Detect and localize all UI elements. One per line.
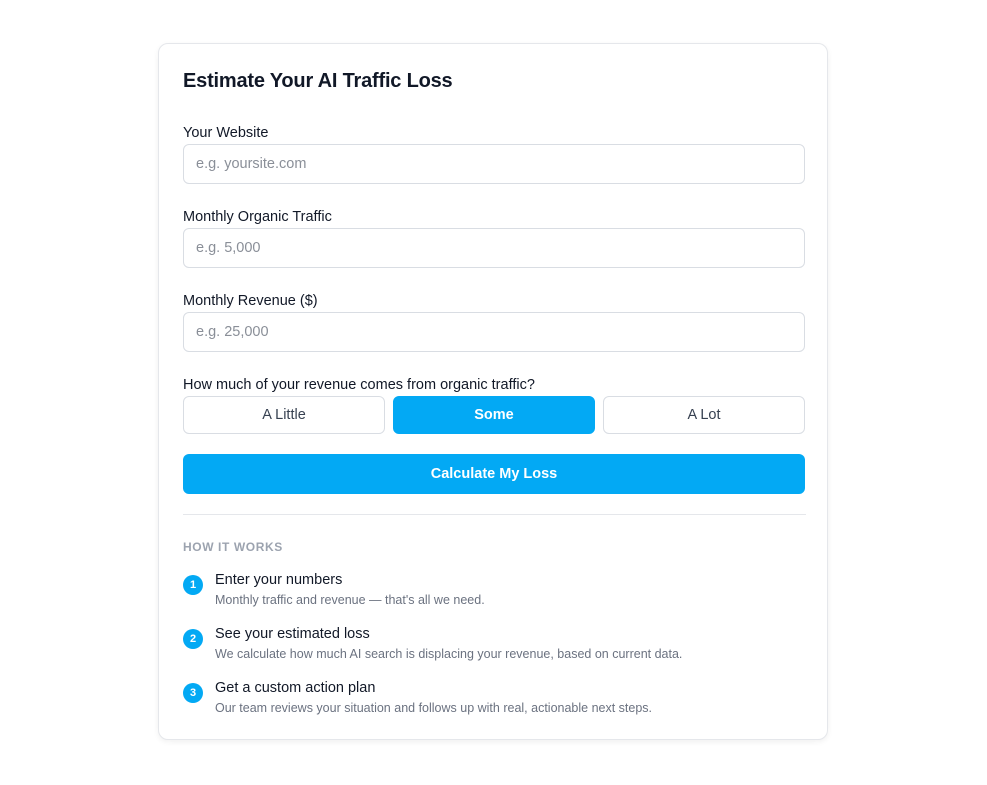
traffic-label: Monthly Organic Traffic (183, 209, 332, 225)
step-description: We calculate how much AI search is displ… (215, 647, 683, 661)
how-it-works-heading: HOW IT WORKS (183, 540, 283, 554)
revenue-label: Monthly Revenue ($) (183, 293, 318, 309)
step-item: 2 See your estimated loss We calculate h… (183, 626, 803, 670)
option-some[interactable]: Some (393, 396, 595, 434)
step-number-badge: 3 (183, 683, 203, 703)
traffic-input[interactable] (183, 228, 805, 268)
website-input[interactable] (183, 144, 805, 184)
option-a-lot[interactable]: A Lot (603, 396, 805, 434)
step-item: 3 Get a custom action plan Our team revi… (183, 680, 803, 724)
step-item: 1 Enter your numbers Monthly traffic and… (183, 572, 803, 616)
revenue-input[interactable] (183, 312, 805, 352)
calculate-button[interactable]: Calculate My Loss (183, 454, 805, 494)
divider (183, 514, 806, 515)
step-title: Get a custom action plan (215, 680, 376, 696)
step-description: Our team reviews your situation and foll… (215, 701, 653, 715)
website-label: Your Website (183, 125, 269, 141)
share-question: How much of your revenue comes from orga… (183, 377, 535, 393)
step-title: Enter your numbers (215, 572, 343, 588)
form-title: Estimate Your AI Traffic Loss (183, 70, 453, 92)
estimate-card: Estimate Your AI Traffic Loss Your Websi… (158, 43, 828, 740)
step-title: See your estimated loss (215, 626, 370, 642)
step-number-badge: 2 (183, 629, 203, 649)
step-description: Monthly traffic and revenue — that's all… (215, 593, 485, 607)
step-number-badge: 1 (183, 575, 203, 595)
option-a-little[interactable]: A Little (183, 396, 385, 434)
share-options: A Little Some A Lot (183, 396, 805, 434)
